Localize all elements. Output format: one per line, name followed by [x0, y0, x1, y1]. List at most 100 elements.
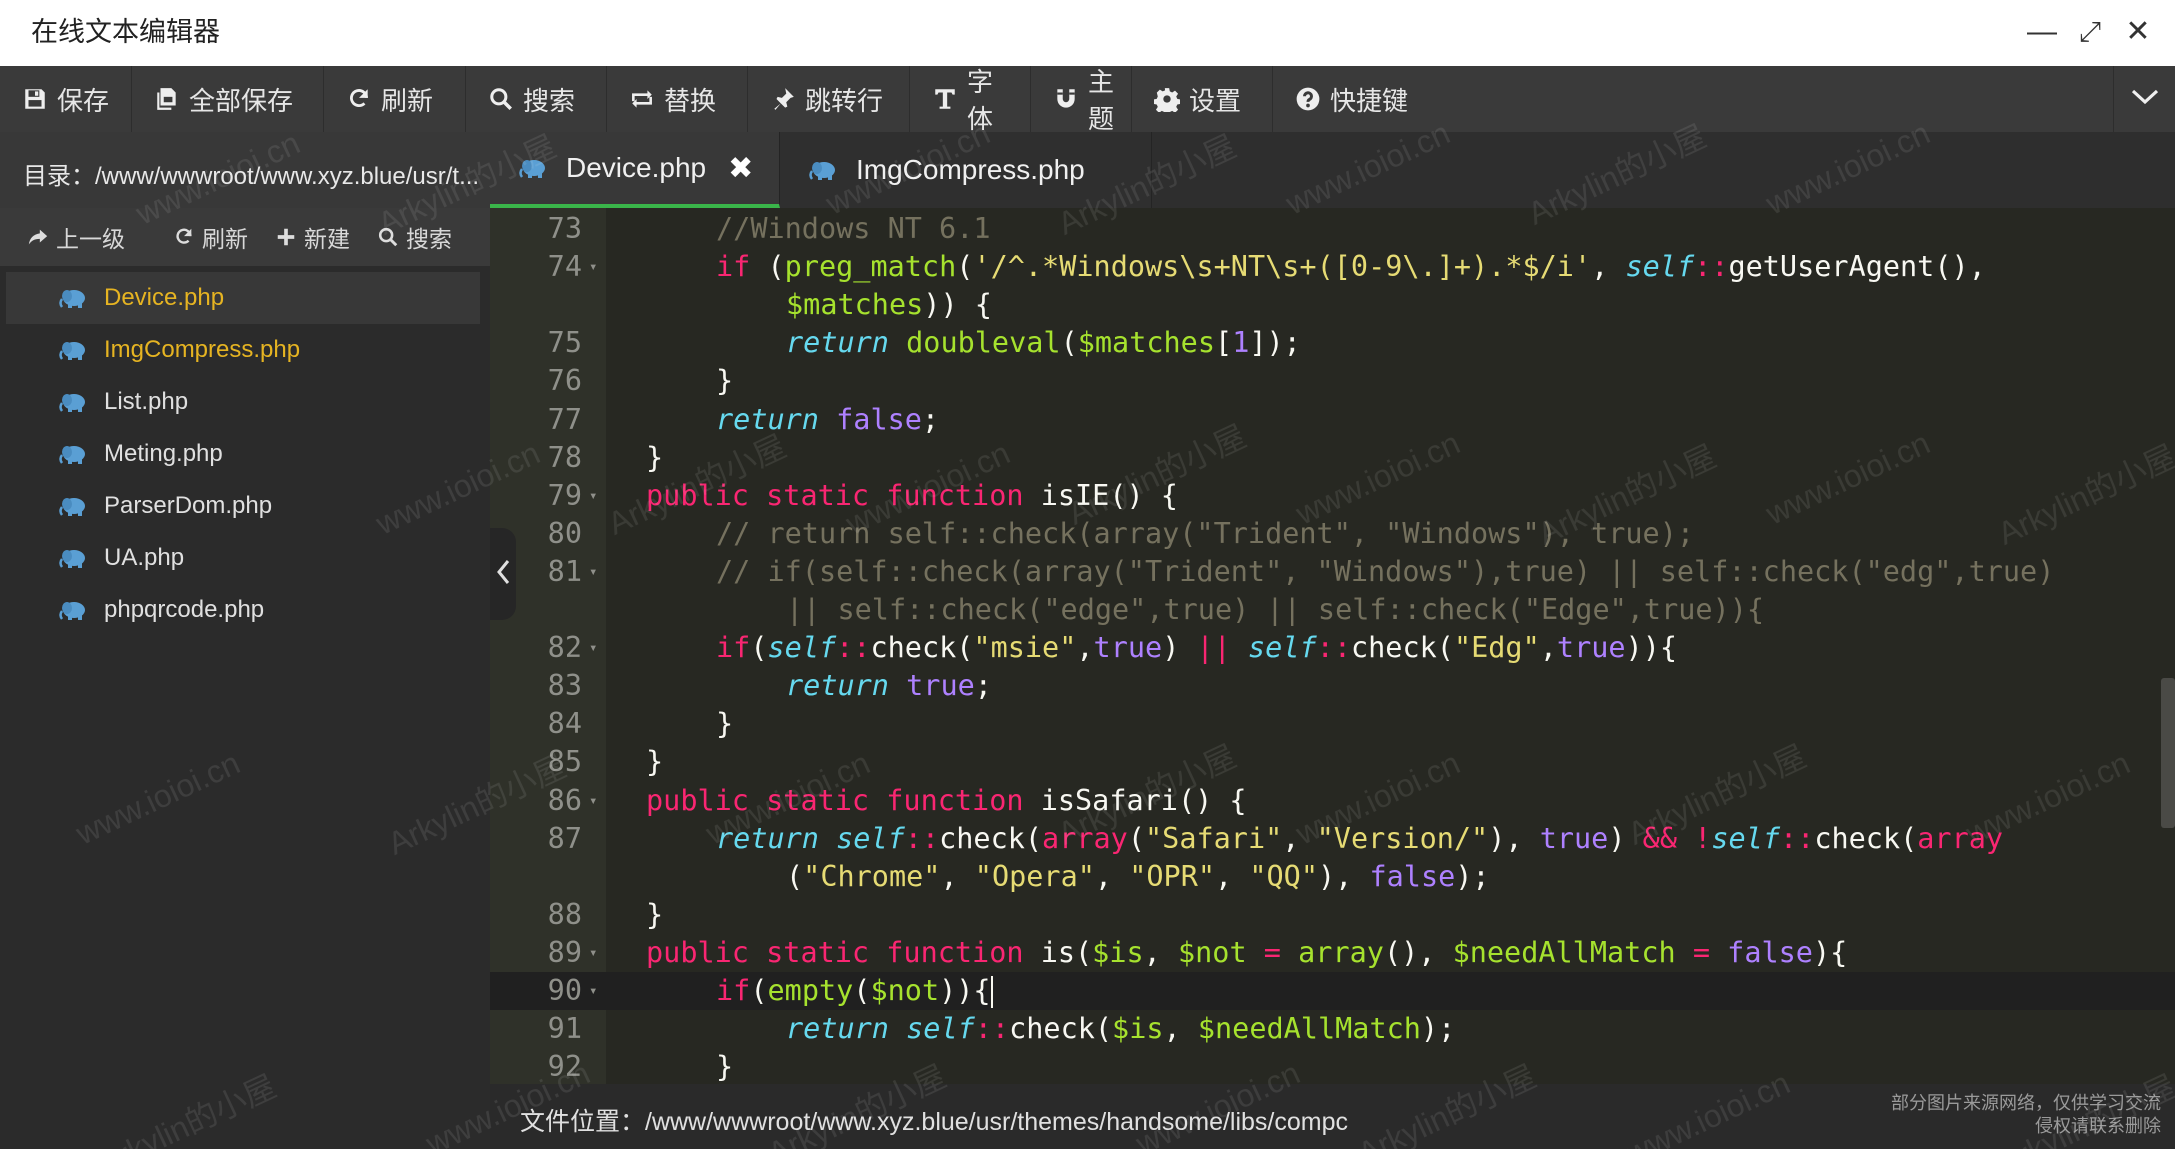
- font-button[interactable]: 字体: [910, 66, 1031, 134]
- code-token: isSafari() {: [1023, 783, 1247, 817]
- fold-arrow-icon[interactable]: ▾: [589, 477, 597, 515]
- refresh-button[interactable]: 刷新: [324, 66, 466, 132]
- fold-arrow-icon[interactable]: ▾: [589, 553, 597, 591]
- fold-arrow-icon[interactable]: ▾: [589, 934, 597, 972]
- sidebar-actions: 上一级 刷新 新建 搜索: [0, 208, 490, 266]
- close-window-button[interactable]: ✕: [2118, 12, 2158, 52]
- tab-device-php[interactable]: Device.php ✖: [490, 132, 780, 208]
- sidebar-collapse-handle[interactable]: [490, 528, 516, 620]
- code-token: true: [906, 669, 975, 703]
- tab-imgcompress-label: ImgCompress.php: [856, 154, 1085, 185]
- parent-dir-button[interactable]: 上一级: [27, 220, 125, 254]
- new-file-button[interactable]: 新建: [275, 220, 350, 254]
- chevron-left-icon: [496, 559, 510, 590]
- code-token: ,: [1282, 821, 1317, 855]
- fold-arrow-icon[interactable]: ▾: [589, 248, 597, 286]
- sidebar-refresh-button[interactable]: 刷新: [173, 220, 248, 254]
- code-token: getUserAgent(),: [1728, 250, 1986, 284]
- line-number: 90: [547, 974, 582, 1007]
- code-token: ,: [1539, 631, 1557, 665]
- code-token: (),: [1383, 935, 1453, 969]
- file-item[interactable]: ImgCompress.php: [6, 324, 480, 376]
- font-label: 字体: [967, 67, 994, 134]
- text-cursor: [990, 976, 993, 1008]
- code-token: ,: [1163, 1012, 1198, 1046]
- chevron-down-icon: [2131, 88, 2159, 111]
- code-token: preg_match: [784, 250, 957, 284]
- save-all-button[interactable]: 全部保存: [132, 66, 324, 132]
- code-token: "Opera": [974, 859, 1095, 893]
- code-token: public: [646, 478, 749, 512]
- code-token: 1: [1232, 326, 1250, 360]
- theme-button[interactable]: 主题: [1031, 66, 1132, 134]
- file-item[interactable]: Device.php: [6, 272, 480, 324]
- code-line: 82 ▾ if(self::check("msie",true) || self::…: [490, 629, 2175, 667]
- app-title: 在线文本编辑器: [31, 17, 220, 47]
- code-token: }: [646, 897, 664, 931]
- code-token: self: [1711, 821, 1780, 855]
- file-item[interactable]: phpqrcode.php: [6, 584, 480, 636]
- fold-arrow-icon[interactable]: ▾: [589, 972, 597, 1010]
- directory-path: 目录：/www/wwwroot/www.xyz.blue/usr/t...: [0, 132, 490, 208]
- php-elephant-icon: [58, 287, 86, 309]
- code-token: =: [1692, 935, 1710, 969]
- code-token: )){: [1625, 631, 1678, 665]
- code-token: public: [646, 783, 749, 817]
- search-button[interactable]: 搜索: [466, 66, 607, 132]
- maximize-button[interactable]: ⤢: [2070, 12, 2110, 52]
- sidebar-refresh-label: 刷新: [202, 226, 248, 252]
- line-number: 73: [547, 212, 582, 245]
- minimize-button[interactable]: —: [2022, 12, 2062, 52]
- code-line: 86 ▾ public static function isSafari() {: [490, 782, 2175, 820]
- code-token: ): [1608, 821, 1643, 855]
- toolbar-dropdown-button[interactable]: [2113, 66, 2175, 132]
- file-item[interactable]: List.php: [6, 376, 480, 428]
- fold-arrow-icon[interactable]: ▾: [589, 629, 597, 667]
- code-token: isIE() {: [1023, 478, 1178, 512]
- tab-device-label: Device.php: [566, 152, 707, 183]
- code-token: "Version/": [1316, 821, 1489, 855]
- shortcuts-button[interactable]: 快捷键: [1273, 66, 1433, 132]
- code-token: (: [750, 631, 768, 665]
- code-token: public: [646, 935, 749, 969]
- file-name: phpqrcode.php: [104, 596, 265, 623]
- file-name: UA.php: [104, 544, 185, 571]
- sidebar-search-button[interactable]: 搜索: [377, 220, 452, 254]
- php-elephant-icon: [58, 599, 86, 621]
- editor-scrollbar[interactable]: [2161, 678, 2175, 828]
- replace-label: 替换: [664, 85, 717, 116]
- line-number: 78: [547, 440, 582, 474]
- line-number: 84: [547, 707, 582, 741]
- code-token: return: [716, 402, 819, 436]
- goto-line-button[interactable]: 跳转行: [748, 66, 910, 132]
- code-token: }: [716, 707, 734, 741]
- code-token: array: [1042, 821, 1128, 855]
- code-token: (: [786, 859, 804, 893]
- code-token: return: [716, 821, 819, 855]
- php-elephant-icon: [58, 547, 86, 569]
- file-list: Device.php ImgCompress.php List.php Meting.…: [0, 272, 490, 636]
- save-button[interactable]: 保存: [0, 66, 132, 132]
- code-token: false: [1727, 935, 1813, 969]
- file-item[interactable]: UA.php: [6, 532, 480, 584]
- code-token: ::: [1316, 631, 1351, 665]
- tab-close-icon[interactable]: ✖: [728, 151, 753, 186]
- code-token: ),: [1317, 859, 1370, 893]
- code-token: array: [1298, 935, 1384, 969]
- code-token: )){: [939, 974, 991, 1007]
- code-line: 87 return self::check(array("Safari", "Ve…: [490, 820, 2175, 858]
- settings-button[interactable]: 设置: [1132, 66, 1273, 132]
- fold-arrow-icon[interactable]: ▾: [589, 782, 597, 820]
- code-token: $not: [870, 974, 940, 1007]
- code-token: (: [1127, 821, 1146, 855]
- refresh-icon: [173, 226, 195, 248]
- tab-imgcompress-php[interactable]: ImgCompress.php: [780, 132, 1152, 208]
- code-token: ,: [1076, 631, 1094, 665]
- code-editor[interactable]: 73//Windows NT 6.1 74 ▾ if (preg_match('/^.…: [490, 208, 2175, 1084]
- file-item[interactable]: ParserDom.php: [6, 480, 480, 532]
- code-token: ,: [1215, 859, 1250, 893]
- file-item[interactable]: Meting.php: [6, 428, 480, 480]
- replace-button[interactable]: 替换: [607, 66, 748, 132]
